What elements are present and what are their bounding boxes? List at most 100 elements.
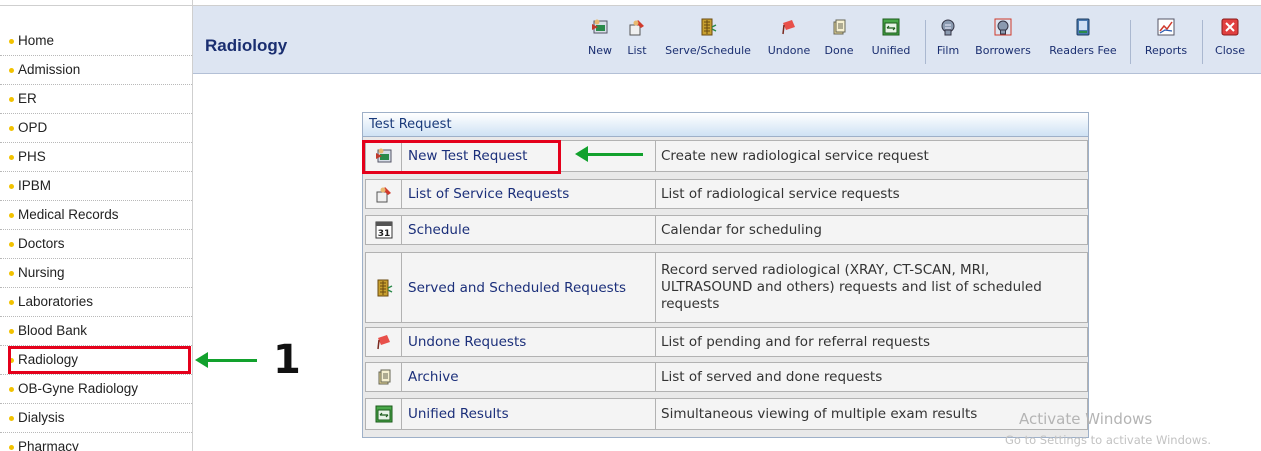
sidebar-item-ipbm[interactable]: IPBM [0, 172, 192, 201]
sidebar-item-label: Admission [18, 62, 81, 77]
bullet-icon [9, 155, 14, 160]
bullet-icon [9, 387, 14, 392]
bullet-icon [9, 184, 14, 189]
toolbar-separator [925, 20, 926, 64]
toolbar-close-button[interactable]: Close [1210, 18, 1250, 57]
request-name[interactable]: List of Service Requests [404, 180, 656, 208]
sidebar-item-ob-gyne-radiology[interactable]: OB-Gyne Radiology [0, 375, 192, 404]
sidebar-item-laboratories[interactable]: Laboratories [0, 288, 192, 317]
sidebar-item-phs[interactable]: PHS [0, 143, 192, 172]
toolbar-undone-button[interactable]: Undone [763, 18, 815, 57]
sidebar-item-label: OB-Gyne Radiology [18, 381, 139, 396]
request-description: List of pending and for referral request… [661, 333, 931, 350]
request-description: Create new radiological service request [661, 147, 929, 164]
sidebar-item-doctors[interactable]: Doctors [0, 230, 192, 259]
request-row-list-of-service-requests[interactable]: List of Service Requests List of radiolo… [365, 179, 1088, 209]
sidebar-item-pharmacy[interactable]: Pharmacy [0, 433, 192, 451]
list-icon [376, 187, 391, 203]
sidebar-item-label: OPD [18, 120, 48, 135]
request-row-archive[interactable]: Archive List of served and done requests [365, 362, 1088, 392]
toolbar-borrowers-button[interactable]: Borrowers [973, 18, 1033, 57]
radiology-highlight-box [8, 346, 191, 374]
sidebar-item-label: Home [18, 33, 55, 48]
request-name[interactable]: Schedule [404, 216, 656, 244]
row-icon-cell [366, 363, 402, 391]
request-name[interactable]: Undone Requests [404, 328, 656, 356]
row-icon-cell: 31 [366, 216, 402, 244]
sidebar-item-label: IPBM [18, 178, 52, 193]
request-row-served-and-scheduled[interactable]: Served and Scheduled Requests Record ser… [365, 252, 1088, 323]
toolbar-label: Film [936, 44, 960, 57]
request-row-undone-requests[interactable]: Undone Requests List of pending and for … [365, 327, 1088, 357]
serve-schedule-icon [377, 279, 392, 296]
activate-windows-subtext: Go to Settings to activate Windows. [1005, 433, 1211, 447]
sidebar-item-nursing[interactable]: Nursing [0, 259, 192, 288]
bullet-icon [9, 68, 14, 73]
sidebar-item-medical-records[interactable]: Medical Records [0, 201, 192, 230]
request-description: Record served radiological (XRAY, CT-SCA… [661, 262, 1042, 312]
toolbar-serve-schedule-button[interactable]: Serve/Schedule [661, 18, 755, 57]
bullet-icon [9, 329, 14, 334]
request-name[interactable]: Unified Results [404, 399, 656, 429]
toolbar-separator [1130, 20, 1131, 64]
bullet-icon [9, 39, 14, 44]
toolbar-new-button[interactable]: New [583, 18, 617, 57]
sidebar-item-label: Medical Records [18, 207, 119, 222]
row-icon-cell [366, 328, 402, 356]
request-description: List of served and done requests [661, 368, 883, 385]
toolbar-unified-button[interactable]: Unified [871, 18, 911, 57]
new-test-request-highlight-box [362, 140, 561, 174]
bullet-icon [9, 445, 14, 450]
panel-title: Test Request [369, 117, 452, 132]
calendar-icon: 31 [375, 221, 392, 239]
sidebar-item-label: Pharmacy [18, 439, 79, 451]
request-row-unified-results[interactable]: Unified Results Simultaneous viewing of … [365, 398, 1088, 430]
new-request-icon [592, 19, 608, 34]
sidebar-item-blood-bank[interactable]: Blood Bank [0, 317, 192, 346]
toolbar-reports-button[interactable]: Reports [1141, 18, 1191, 57]
unified-icon [882, 18, 900, 36]
sidebar-item-label: Blood Bank [18, 323, 88, 338]
toolbar-film-button[interactable]: Film [933, 18, 963, 57]
sidebar-item-home[interactable]: Home [0, 27, 192, 56]
activate-windows-watermark: Activate Windows [1019, 410, 1153, 428]
toolbar-separator [1202, 20, 1203, 64]
film-icon [941, 19, 955, 36]
undone-flag-icon [376, 335, 390, 350]
bullet-icon [9, 300, 14, 305]
done-icon [833, 19, 846, 35]
unified-icon [375, 405, 392, 423]
sidebar-item-dialysis[interactable]: Dialysis [0, 404, 192, 433]
toolbar-list-button[interactable]: List [622, 18, 652, 57]
list-icon [629, 20, 644, 36]
sidebar-item-er[interactable]: ER [0, 85, 192, 114]
toolbar-readers-fee-button[interactable]: Readers Fee [1045, 18, 1121, 57]
toolbar-label: Close [1215, 44, 1245, 57]
toolbar-label: Readers Fee [1049, 44, 1117, 57]
undone-flag-icon [782, 20, 795, 35]
request-description: Calendar for scheduling [661, 221, 822, 238]
sidebar-item-admission[interactable]: Admission [0, 56, 192, 85]
bullet-icon [9, 126, 14, 131]
sidebar-item-label: ER [18, 91, 37, 106]
sidebar-item-opd[interactable]: OPD [0, 114, 192, 143]
toolbar-label: New [588, 44, 612, 57]
readers-fee-icon [1076, 18, 1090, 36]
toolbar-label: Done [824, 44, 854, 57]
close-icon [1221, 18, 1239, 36]
bullet-icon [9, 213, 14, 218]
toolbar-done-button[interactable]: Done [821, 18, 857, 57]
bullet-icon [9, 271, 14, 276]
reports-chart-icon [1157, 18, 1175, 36]
green-arrow-icon [195, 352, 257, 368]
toolbar-label: Borrowers [975, 44, 1031, 57]
request-row-schedule[interactable]: 31 Schedule Calendar for scheduling [365, 215, 1088, 245]
request-name[interactable]: Archive [404, 363, 656, 391]
row-icon-cell [366, 180, 402, 208]
toolbar-label: Reports [1144, 44, 1188, 57]
bullet-icon [9, 416, 14, 421]
request-name[interactable]: Served and Scheduled Requests [404, 253, 656, 322]
svg-text:31: 31 [377, 229, 390, 239]
toolbar-label: Unified [871, 44, 911, 57]
bullet-icon [9, 242, 14, 247]
